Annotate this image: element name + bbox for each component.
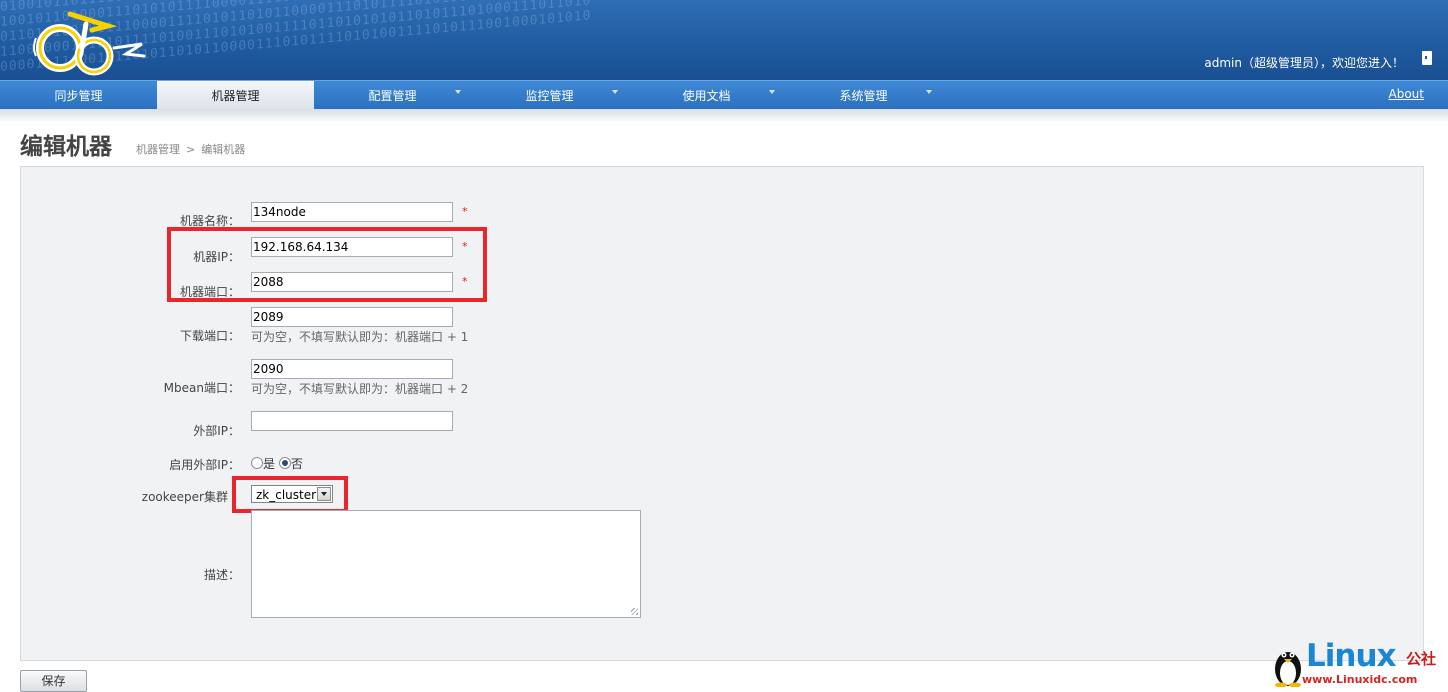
main-nav: 同步管理 机器管理 配置管理 监控管理 使用文档 系统管理 About	[0, 80, 1448, 110]
highlight-box-zookeeper	[232, 476, 348, 513]
download-port-hint: 可为空，不填写默认即为：机器端口 + 1	[251, 330, 469, 344]
radio-yes-label[interactable]: 是	[263, 457, 275, 471]
page-title: 编辑机器	[20, 134, 112, 160]
resize-grip-icon[interactable]	[631, 608, 638, 615]
radio-yes[interactable]	[251, 457, 263, 469]
mbean-port-input[interactable]	[251, 359, 453, 379]
chevron-down-icon[interactable]	[926, 90, 932, 94]
user-welcome-text: admin（超级管理员），欢迎您进入！	[1204, 56, 1404, 70]
machine-name-input[interactable]	[251, 202, 453, 222]
highlight-box-ip-port	[167, 227, 487, 302]
chevron-down-icon[interactable]	[612, 90, 618, 94]
breadcrumb-link-machine[interactable]: 机器管理	[136, 143, 180, 156]
nav-item-machine[interactable]: 机器管理	[157, 81, 314, 110]
nav-item-monitor[interactable]: 监控管理	[471, 81, 628, 110]
external-ip-input[interactable]	[251, 411, 453, 431]
use-external-ip-radio-group: 是 否	[251, 455, 303, 472]
nav-shadow	[0, 109, 1448, 123]
header-banner: 0100101101111010110110110100100111011010…	[0, 0, 1448, 80]
watermark-word: Linux	[1306, 638, 1397, 674]
label-external-ip: 外部IP：	[193, 424, 240, 438]
label-zookeeper: zookeeper集群	[141, 490, 228, 504]
nav-item-sync[interactable]: 同步管理	[0, 81, 157, 110]
watermark-url: www.Linuxidc.com	[1302, 673, 1418, 686]
penguin-icon	[1275, 652, 1301, 687]
nav-item-docs[interactable]: 使用文档	[628, 81, 785, 110]
breadcrumb-current: 编辑机器	[201, 143, 246, 156]
logo-icon	[33, 11, 146, 76]
chevron-down-icon[interactable]	[769, 90, 775, 94]
label-download-port: 下载端口：	[179, 329, 240, 343]
required-mark: *	[462, 205, 468, 218]
nav-item-system[interactable]: 系统管理	[785, 81, 942, 110]
label-description: 描述：	[203, 568, 240, 582]
label-mbean-port: Mbean端口：	[163, 381, 240, 395]
breadcrumb-separator: >	[186, 143, 196, 156]
mbean-port-hint: 可为空，不填写默认即为：机器端口 + 2	[251, 382, 469, 396]
site-watermark: Linux 公社 www.Linuxidc.com	[1268, 638, 1448, 691]
radio-no-label[interactable]: 否	[291, 457, 303, 471]
about-link[interactable]: About	[1389, 87, 1424, 101]
logout-icon[interactable]	[1422, 51, 1432, 65]
chevron-down-icon[interactable]	[455, 90, 461, 94]
breadcrumb: 机器管理 > 编辑机器	[136, 141, 245, 157]
radio-no[interactable]	[278, 457, 291, 469]
download-port-input[interactable]	[251, 307, 453, 327]
nav-item-config[interactable]: 配置管理	[314, 81, 471, 110]
watermark-cn: 公社	[1406, 650, 1437, 668]
description-textarea[interactable]	[251, 510, 641, 618]
save-button[interactable]: 保存	[20, 670, 87, 692]
label-use-external-ip: 启用外部IP：	[169, 458, 240, 472]
